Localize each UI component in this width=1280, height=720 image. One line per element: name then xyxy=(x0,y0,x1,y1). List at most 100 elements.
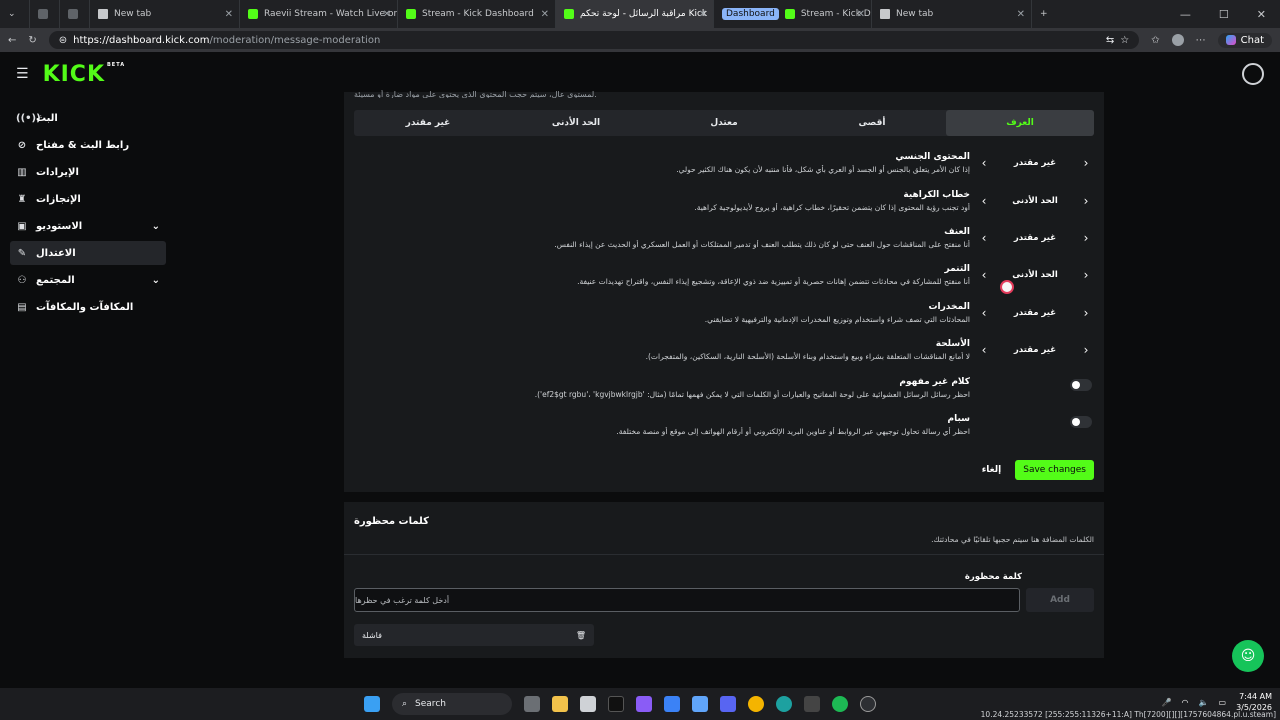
tab-close-icon[interactable]: ✕ xyxy=(699,9,707,20)
trash-icon[interactable]: 🗑 xyxy=(576,631,586,640)
chevron-left-icon[interactable]: ‹ xyxy=(976,343,992,357)
browser-tab[interactable] xyxy=(60,0,90,28)
chevron-down-icon[interactable]: ⌄ xyxy=(152,275,160,286)
tab-close-icon[interactable]: ✕ xyxy=(1017,9,1025,20)
mic-icon[interactable]: 🎤 xyxy=(1162,698,1172,707)
wifi-icon[interactable]: ◠ xyxy=(1182,698,1189,707)
browser-tab[interactable]: New tab ✕ xyxy=(872,0,1032,28)
taskbar-search[interactable]: ⌕ Search xyxy=(392,693,512,715)
browser-tab[interactable] xyxy=(30,0,60,28)
sidebar-item[interactable]: ▣ الاستوديو ⌄ xyxy=(10,214,166,238)
menu-icon[interactable]: ⋯ xyxy=(1196,35,1206,46)
globe-icon[interactable] xyxy=(1242,63,1264,85)
tab-close-icon[interactable]: ✕ xyxy=(541,9,549,20)
chevron-right-icon[interactable]: › xyxy=(1078,194,1094,208)
moderation-rule-row: المحتوى الجنسي إذا كان الأمر يتعلق بالجنس… xyxy=(344,152,1104,188)
add-banned-word-button[interactable]: Add xyxy=(1026,588,1094,612)
minimize-icon[interactable]: — xyxy=(1180,8,1191,21)
tab-close-icon[interactable]: ✕ xyxy=(225,9,233,20)
chevron-left-icon[interactable]: ‹ xyxy=(976,268,992,282)
tab-group-label[interactable]: Dashboard xyxy=(722,8,779,20)
sidebar-item[interactable]: ((•)) البث xyxy=(10,106,166,130)
level-option[interactable]: أقصى xyxy=(798,110,946,136)
maximize-icon[interactable]: ☐ xyxy=(1219,8,1229,21)
chevron-right-icon[interactable]: › xyxy=(1078,268,1094,282)
rule-toggle[interactable] xyxy=(1070,379,1092,391)
url-path: /moderation/message-moderation xyxy=(209,34,381,46)
favorites-icon[interactable]: ✩ xyxy=(1151,35,1159,46)
task-view-icon[interactable] xyxy=(524,696,540,712)
studio-icon: ▣ xyxy=(17,220,27,232)
hamburger-menu-icon[interactable]: ☰ xyxy=(16,66,29,82)
chevron-left-icon[interactable]: ‹ xyxy=(976,231,992,245)
bookmark-icon[interactable]: ☆ xyxy=(1120,35,1129,46)
sidebar-item[interactable]: ▤ المكافآت والمكافآت xyxy=(10,295,166,319)
level-option[interactable]: معتدل xyxy=(650,110,798,136)
banned-word-input[interactable]: أدخل كلمة ترغب في حظرها xyxy=(354,588,1020,612)
sidebar-item[interactable]: ⊘ رابط البث & مفتاح xyxy=(10,133,166,157)
level-option[interactable]: غير مقتدر xyxy=(354,110,502,136)
save-changes-button[interactable]: Save changes xyxy=(1015,460,1094,480)
chevron-left-icon[interactable]: ‹ xyxy=(976,156,992,170)
tiktok-icon[interactable] xyxy=(608,696,624,712)
chevron-left-icon[interactable]: ‹ xyxy=(976,194,992,208)
rule-title: كلام غير مفهوم xyxy=(899,377,970,387)
close-window-icon[interactable]: ✕ xyxy=(1257,8,1266,21)
battery-icon[interactable]: ▭ xyxy=(1219,698,1227,707)
profile-avatar[interactable] xyxy=(1171,34,1184,46)
rule-description: إذا كان الأمر يتعلق بالجنس أو الجسد أو ا… xyxy=(676,165,970,174)
sidebar-item[interactable]: ⚇ المجتمع ⌄ xyxy=(10,268,166,292)
level-option[interactable]: الحد الأدنى xyxy=(502,110,650,136)
rule-level-value: الحد الأدنى xyxy=(1012,196,1058,206)
tab-close-icon[interactable]: ✕ xyxy=(857,9,865,20)
browser-tab[interactable]: DashboardStream - Kick Dashboard✕ xyxy=(714,0,872,28)
sidebar-item[interactable]: ▥ الإيرادات xyxy=(10,160,166,184)
level-option[interactable]: العرف xyxy=(946,110,1094,136)
tab-list-button[interactable]: ⌄ xyxy=(0,0,30,28)
edge-icon[interactable] xyxy=(776,696,792,712)
volume-icon[interactable]: 🔈 xyxy=(1199,698,1209,707)
rule-title: المحتوى الجنسي xyxy=(895,152,970,162)
store-icon[interactable] xyxy=(580,696,596,712)
rule-toggle[interactable] xyxy=(1070,416,1092,428)
url-field[interactable]: ⊜ https://dashboard.kick.com/moderation/… xyxy=(48,31,1140,49)
chevron-left-icon[interactable]: ‹ xyxy=(976,306,992,320)
windows-start-icon[interactable] xyxy=(364,696,380,712)
chevron-right-icon[interactable]: › xyxy=(1078,306,1094,320)
app2-icon[interactable] xyxy=(804,696,820,712)
notepad-icon[interactable] xyxy=(692,696,708,712)
spotify-icon[interactable] xyxy=(832,696,848,712)
rewards-icon: ▤ xyxy=(17,301,27,313)
browser-tab[interactable]: Raevii Stream - Watch Live on Kick✕ xyxy=(240,0,398,28)
tab-close-icon[interactable]: ✕ xyxy=(383,9,391,20)
rule-text: خطاب الكراهية أود تجنب رؤية المحتوى إذا ك… xyxy=(410,190,970,212)
app-icon[interactable] xyxy=(664,696,680,712)
kick-favicon-icon xyxy=(406,9,416,19)
rule-text: المحتوى الجنسي إذا كان الأمر يتعلق بالجنس… xyxy=(410,152,970,174)
sidebar-item[interactable]: ♜ الإنجازات xyxy=(10,187,166,211)
reload-icon[interactable]: ↻ xyxy=(28,35,36,46)
chevron-right-icon[interactable]: › xyxy=(1078,231,1094,245)
kick-logo[interactable]: KICK BETA xyxy=(43,62,126,87)
back-icon[interactable]: ← xyxy=(8,35,16,46)
browser-tab[interactable]: Stream - Kick Dashboard ✕ xyxy=(398,0,556,28)
browser-tab[interactable]: مراقبة الرسائل - لوحة تحكم Kick ✕ xyxy=(556,0,714,28)
support-chat-icon[interactable]: ☺ xyxy=(1232,640,1264,672)
obs-icon[interactable] xyxy=(860,696,876,712)
new-tab-button[interactable]: + xyxy=(1032,0,1062,28)
chrome-icon[interactable] xyxy=(748,696,764,712)
chat-button[interactable]: Chat xyxy=(1217,32,1272,48)
sidebar-item[interactable]: ✎ الاعتدال xyxy=(10,241,166,265)
cancel-button[interactable]: إلغاء xyxy=(982,465,1002,475)
rule-description: المحادثات التي تصف شراء واستخدام وتوزيع … xyxy=(704,315,970,324)
moderation-rule-row: التنمر أنا منفتح للمشاركة في محادثات تتضم… xyxy=(344,264,1104,300)
discord-icon[interactable] xyxy=(720,696,736,712)
browser-tab[interactable]: New tab ✕ xyxy=(90,0,240,28)
chevron-right-icon[interactable]: › xyxy=(1078,343,1094,357)
chevron-down-icon[interactable]: ⌄ xyxy=(152,221,160,232)
translate-icon[interactable]: ⇆ xyxy=(1106,35,1114,46)
chevron-right-icon[interactable]: › xyxy=(1078,156,1094,170)
site-info-icon[interactable]: ⊜ xyxy=(59,35,67,46)
file-explorer-icon[interactable] xyxy=(552,696,568,712)
copilot-icon[interactable] xyxy=(636,696,652,712)
